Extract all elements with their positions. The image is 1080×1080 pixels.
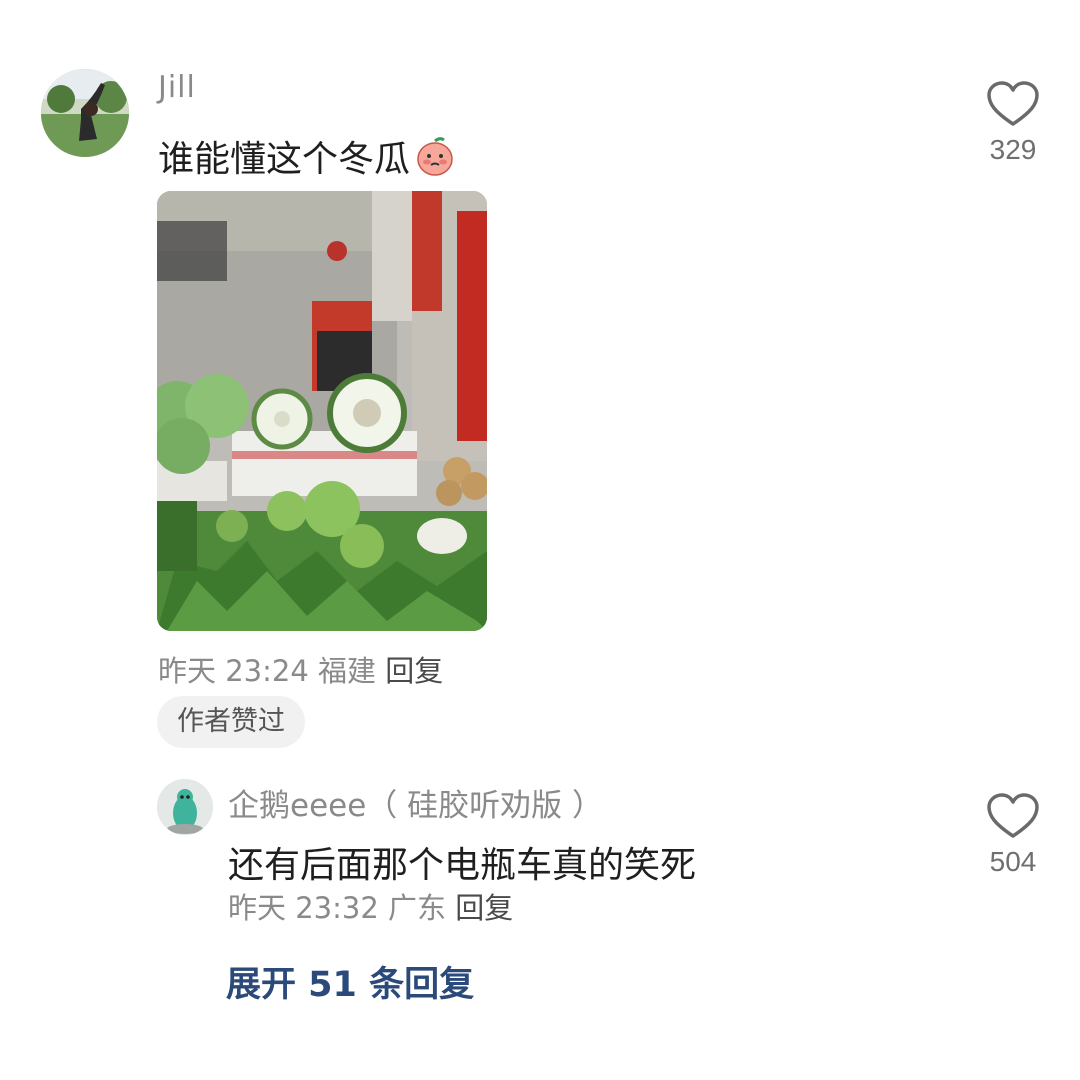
like-count: 329 <box>989 134 1037 165</box>
comment-meta: 昨天 23:24 福建 回复 <box>158 648 443 690</box>
avatar-photo <box>41 69 129 157</box>
user-avatar[interactable] <box>41 69 129 157</box>
comment-text-row: 谁能懂这个冬瓜 <box>158 130 456 182</box>
expand-replies-link[interactable]: 展开 51 条回复 <box>226 956 474 1007</box>
comment-image[interactable] <box>157 191 487 631</box>
author-liked-badge: 作者赞过 <box>157 696 305 748</box>
reply-location: 广东 <box>388 891 447 925</box>
reply-button[interactable]: 回复 <box>385 654 443 688</box>
market-winter-melon-photo <box>157 191 487 631</box>
comment-username[interactable]: Jill <box>158 70 196 105</box>
reply-username[interactable]: 企鹅eeee（ 硅胶听劝版 ） <box>228 780 603 825</box>
like-button[interactable]: 504 <box>985 792 1041 878</box>
comment-text: 谁能懂这个冬瓜 <box>158 139 411 180</box>
like-button[interactable]: 329 <box>985 80 1041 166</box>
reply-meta: 昨天 23:32 广东 回复 <box>228 885 513 927</box>
like-count: 504 <box>989 846 1037 877</box>
reply-time: 昨天 23:32 <box>228 891 379 925</box>
heart-icon <box>987 793 1039 838</box>
reply-text: 还有后面那个电瓶车真的笑死 <box>228 845 697 886</box>
comment-location: 福建 <box>318 654 377 688</box>
heart-icon <box>987 81 1039 126</box>
comment-time: 昨天 23:24 <box>158 654 309 688</box>
shy-peach-face-emoji <box>417 137 453 176</box>
reply-user-avatar[interactable] <box>157 779 213 835</box>
reply-button[interactable]: 回复 <box>455 891 513 925</box>
avatar-photo <box>157 779 213 835</box>
